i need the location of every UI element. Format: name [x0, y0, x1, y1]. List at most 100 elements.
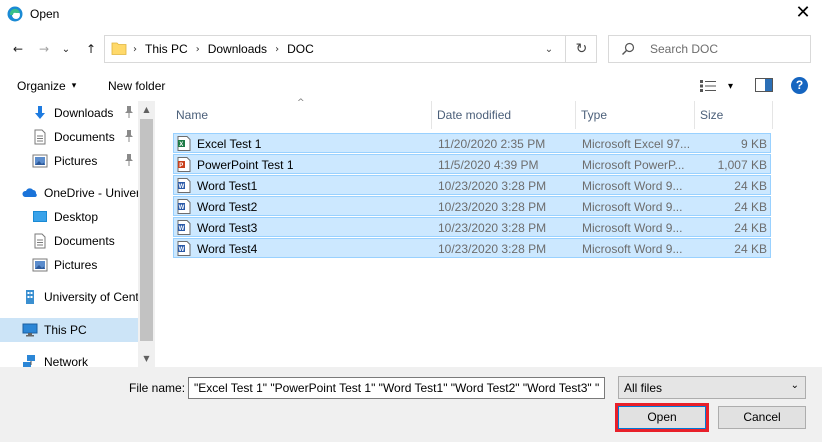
recent-locations-chevron-icon[interactable]: ⌄ — [59, 37, 73, 61]
nav-item-university[interactable]: University of Cent — [0, 285, 138, 309]
pictures-icon — [32, 258, 48, 272]
file-row[interactable]: W Word Test2 10/23/2020 3:28 PM Microsof… — [173, 196, 771, 216]
filename-label: File name: — [129, 381, 186, 395]
nav-item-label: Pictures — [54, 258, 98, 272]
breadcrumb-separator-icon[interactable]: › — [275, 44, 279, 55]
nav-item-label: Documents — [54, 130, 115, 144]
column-header-name[interactable]: Name — [176, 101, 208, 129]
pin-icon — [124, 154, 136, 168]
column-header-date[interactable]: Date modified — [437, 101, 511, 129]
search-icon — [622, 42, 635, 55]
file-row[interactable]: W Word Test1 10/23/2020 3:28 PM Microsof… — [173, 175, 771, 195]
computer-icon — [22, 323, 38, 337]
help-icon[interactable]: ? — [791, 77, 808, 94]
navpane-scrollbar[interactable]: ▲ ▼ — [138, 101, 155, 367]
nav-item-pictures[interactable]: Pictures — [0, 149, 138, 173]
dialog-footer: File name: "Excel Test 1" "PowerPoint Te… — [0, 367, 822, 442]
address-dropdown-icon[interactable]: ⌄ — [537, 36, 561, 62]
chevron-down-icon: ⌄ — [790, 380, 799, 391]
building-icon — [26, 290, 34, 304]
nav-item-label: Pictures — [54, 154, 98, 168]
preview-pane-icon[interactable] — [755, 78, 773, 92]
download-arrow-icon — [35, 106, 45, 119]
up-arrow-icon[interactable]: ↑ — [80, 37, 102, 61]
file-name: Word Test2 — [197, 200, 258, 214]
scrollbar-thumb[interactable] — [140, 119, 153, 341]
powerpoint-file-icon: P — [177, 157, 191, 172]
organize-button[interactable]: Organize ▾ — [17, 79, 76, 93]
nav-item-documents[interactable]: Documents — [0, 125, 138, 149]
file-type: Microsoft Word 9... — [582, 200, 683, 214]
forward-arrow-icon[interactable]: → — [33, 37, 55, 61]
svg-text:W: W — [179, 205, 185, 211]
open-button[interactable]: Open — [615, 403, 709, 432]
documents-icon — [34, 129, 46, 145]
network-icon — [23, 355, 35, 367]
column-divider[interactable] — [772, 101, 773, 129]
nav-item-this-pc[interactable]: This PC — [0, 318, 138, 342]
nav-item-onedrive-documents[interactable]: Documents — [0, 229, 138, 253]
word-file-icon: W — [177, 199, 191, 214]
file-type: Microsoft Word 9... — [582, 179, 683, 193]
nav-item-desktop[interactable]: Desktop — [0, 205, 138, 229]
close-button[interactable]: ✕ — [792, 3, 814, 23]
back-arrow-icon[interactable]: ← — [7, 37, 29, 61]
refresh-icon[interactable]: ↻ — [565, 36, 597, 62]
column-divider[interactable] — [431, 101, 432, 129]
nav-item-label: Network — [44, 355, 89, 367]
nav-item-label: OneDrive - Univer — [44, 186, 138, 200]
file-type: Microsoft Word 9... — [582, 242, 683, 256]
file-size: 24 KB — [734, 221, 767, 235]
command-toolbar: Organize ▾ New folder ▾ ? — [0, 70, 822, 100]
nav-item-label: Documents — [54, 234, 115, 248]
file-date: 11/5/2020 4:39 PM — [438, 158, 539, 172]
column-divider[interactable] — [575, 101, 576, 129]
nav-item-label: Downloads — [54, 106, 114, 120]
address-bar[interactable]: › This PC › Downloads › DOC ⌄ ↻ — [104, 35, 597, 63]
file-name: Excel Test 1 — [197, 137, 262, 151]
scroll-up-icon[interactable]: ▲ — [138, 101, 155, 118]
file-size: 24 KB — [734, 179, 767, 193]
word-file-icon: W — [177, 241, 191, 256]
filetype-value: All files — [624, 381, 663, 395]
edge-icon — [7, 6, 23, 22]
file-row[interactable]: W Word Test4 10/23/2020 3:28 PM Microsof… — [173, 238, 771, 258]
file-size: 24 KB — [734, 200, 767, 214]
navigation-pane: Downloads Documents Pictures OneDrive - … — [0, 101, 155, 367]
breadcrumb-downloads[interactable]: Downloads — [208, 42, 267, 56]
organize-label: Organize — [17, 79, 66, 93]
nav-item-onedrive[interactable]: OneDrive - Univer — [0, 181, 138, 205]
search-input[interactable]: Search DOC — [608, 35, 811, 63]
nav-item-downloads[interactable]: Downloads — [0, 101, 138, 125]
file-list: ^ Name Date modified Type Size X Excel T… — [157, 98, 822, 367]
desktop-icon — [33, 211, 47, 222]
column-header-size[interactable]: Size — [700, 101, 723, 129]
cancel-button[interactable]: Cancel — [718, 406, 806, 429]
file-row[interactable]: P PowerPoint Test 1 11/5/2020 4:39 PM Mi… — [173, 154, 771, 174]
breadcrumb-separator-icon[interactable]: › — [196, 44, 200, 55]
nav-item-onedrive-pictures[interactable]: Pictures — [0, 253, 138, 277]
file-size: 1,007 KB — [717, 158, 767, 172]
column-divider[interactable] — [694, 101, 695, 129]
scroll-down-icon[interactable]: ▼ — [138, 350, 155, 367]
breadcrumb-this-pc[interactable]: This PC — [145, 42, 188, 56]
svg-text:X: X — [179, 142, 183, 148]
column-header-type[interactable]: Type — [581, 101, 607, 129]
breadcrumb: › This PC › Downloads › DOC — [133, 36, 314, 62]
chevron-down-icon: ▾ — [728, 80, 734, 92]
breadcrumb-doc[interactable]: DOC — [287, 42, 314, 56]
svg-text:W: W — [179, 184, 185, 190]
change-view-button[interactable]: ▾ — [700, 77, 740, 95]
new-folder-button[interactable]: New folder — [108, 79, 165, 93]
nav-item-network[interactable]: Network — [0, 350, 138, 367]
file-row[interactable]: W Word Test3 10/23/2020 3:28 PM Microsof… — [173, 217, 771, 237]
file-name: Word Test1 — [197, 179, 258, 193]
file-date: 10/23/2020 3:28 PM — [438, 221, 547, 235]
window-title: Open — [30, 7, 60, 21]
filetype-select[interactable]: All files ⌄ — [618, 376, 806, 399]
filename-input[interactable]: "Excel Test 1" "PowerPoint Test 1" "Word… — [188, 377, 605, 399]
breadcrumb-separator-icon: › — [133, 43, 137, 55]
pin-icon — [124, 130, 136, 144]
folder-icon — [111, 42, 127, 55]
file-row[interactable]: X Excel Test 1 11/20/2020 2:35 PM Micros… — [173, 133, 771, 153]
